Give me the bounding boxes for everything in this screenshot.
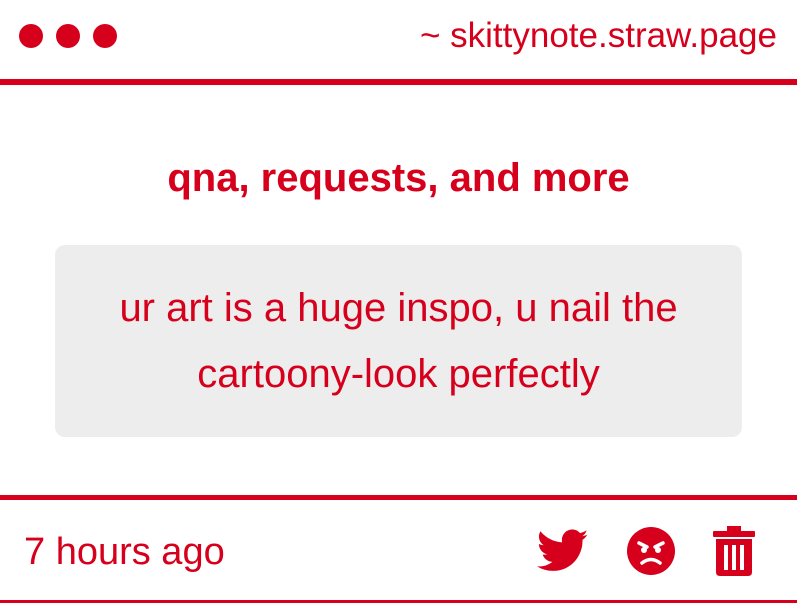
action-buttons: [537, 526, 755, 576]
share-twitter-button[interactable]: [537, 529, 589, 573]
site-domain[interactable]: ~ skittynote.straw.page: [420, 14, 777, 58]
message-box: ur art is a huge inspo, u nail the carto…: [55, 245, 742, 437]
react-angry-button[interactable]: [626, 526, 676, 576]
delete-button[interactable]: [713, 526, 755, 576]
window-titlebar: ~ skittynote.straw.page: [0, 0, 797, 80]
page-title: qna, requests, and more: [167, 156, 630, 200]
window-controls: [19, 24, 117, 48]
angry-face-icon: [627, 527, 675, 575]
twitter-icon: [537, 529, 589, 571]
note-content: qna, requests, and more ur art is a huge…: [0, 85, 797, 495]
window-dot-3[interactable]: [93, 24, 117, 48]
trash-icon: [713, 526, 755, 576]
note-card: ~ skittynote.straw.page qna, requests, a…: [0, 0, 797, 603]
footer-bar: 7 hours ago: [0, 500, 797, 600]
window-dot-2[interactable]: [56, 24, 80, 48]
message-text: ur art is a huge inspo, u nail the carto…: [119, 286, 678, 396]
window-dot-1[interactable]: [19, 24, 43, 48]
timestamp: 7 hours ago: [24, 531, 225, 573]
